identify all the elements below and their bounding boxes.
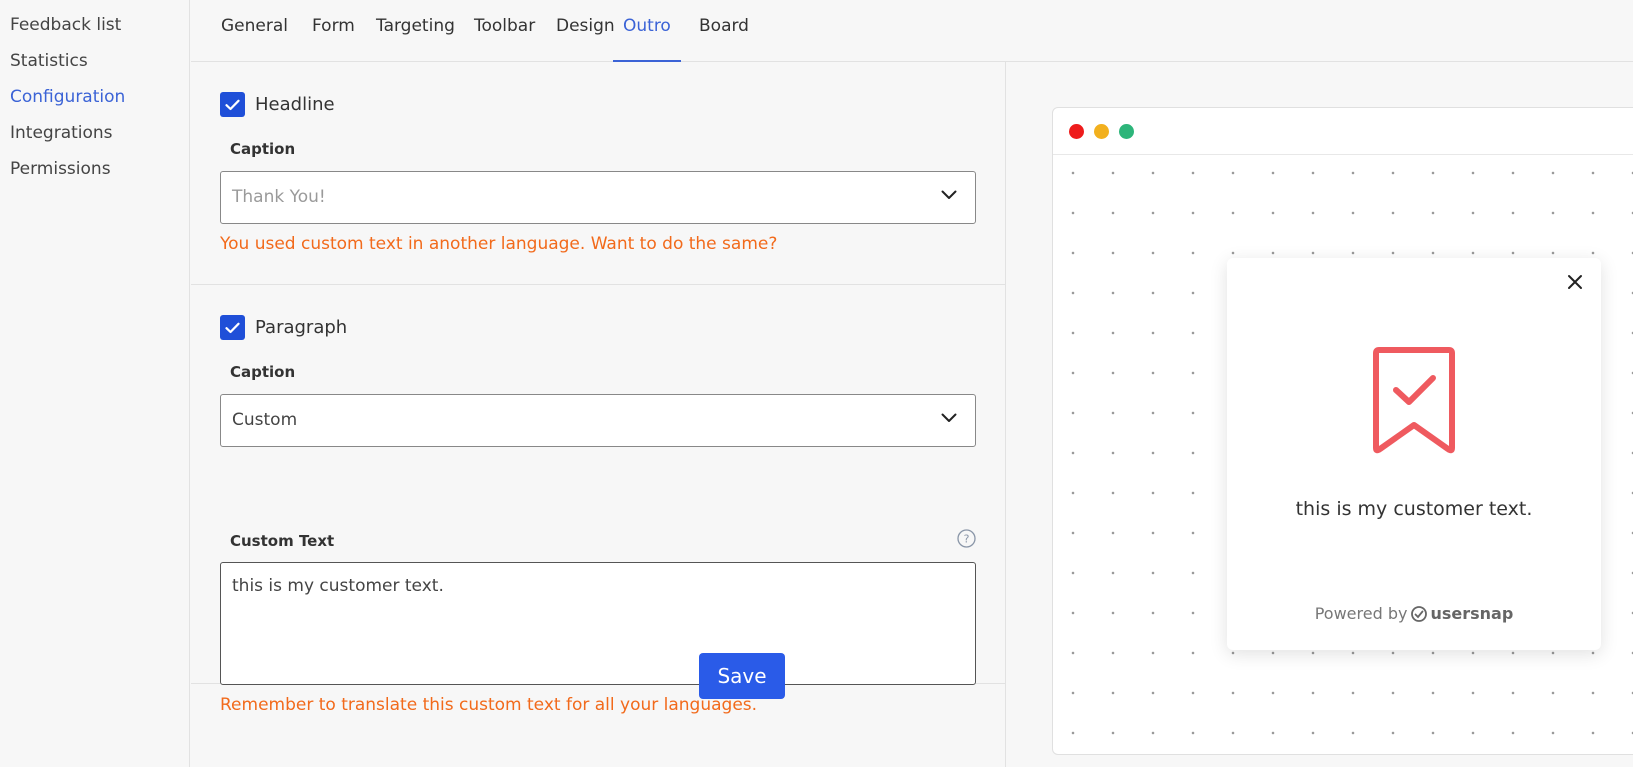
- headline-checkbox-row: Headline: [220, 92, 335, 117]
- paragraph-caption-select[interactable]: Custom: [220, 394, 976, 447]
- tab-toolbar[interactable]: Toolbar: [464, 0, 545, 62]
- paragraph-caption-value: Custom: [232, 410, 298, 430]
- preview-window-bar: [1053, 108, 1633, 155]
- custom-text-label: Custom Text: [230, 532, 335, 550]
- paragraph-checkbox-row: Paragraph: [220, 315, 347, 340]
- window-minimize-dot: [1094, 124, 1109, 139]
- checkmark-icon: [225, 322, 240, 333]
- close-icon[interactable]: [1565, 272, 1585, 292]
- tab-form[interactable]: Form: [302, 0, 365, 62]
- usersnap-logo-icon: [1411, 605, 1428, 622]
- sidebar-item-statistics[interactable]: Statistics: [0, 48, 189, 84]
- sidebar-item-configuration[interactable]: Configuration: [0, 84, 189, 120]
- checkmark-icon: [225, 99, 240, 110]
- usersnap-brand-name: usersnap: [1430, 604, 1514, 623]
- tab-targeting[interactable]: Targeting: [366, 0, 465, 62]
- headline-section: Headline Caption Thank You! You used cus…: [191, 62, 1005, 285]
- powered-by-label: Powered by: [1314, 604, 1408, 623]
- headline-caption-select[interactable]: Thank You!: [220, 171, 976, 224]
- chevron-down-icon: [941, 190, 957, 199]
- paragraph-caption-label: Caption: [230, 363, 296, 381]
- bookmark-check-icon: [1373, 347, 1455, 454]
- headline-checkbox-label: Headline: [255, 94, 335, 115]
- sidebar: Feedback list Statistics Configuration I…: [0, 0, 190, 767]
- chevron-down-icon: [941, 413, 957, 422]
- headline-caption-label: Caption: [230, 140, 296, 158]
- window-close-dot: [1069, 124, 1084, 139]
- paragraph-checkbox[interactable]: [220, 315, 245, 340]
- headline-caption-value: Thank You!: [232, 187, 326, 207]
- paragraph-checkbox-label: Paragraph: [255, 317, 348, 338]
- window-maximize-dot: [1119, 124, 1134, 139]
- save-button[interactable]: Save: [699, 653, 785, 699]
- usersnap-logo: usersnap: [1411, 604, 1513, 623]
- paragraph-warning: Remember to translate this custom text f…: [220, 695, 758, 715]
- sidebar-item-permissions[interactable]: Permissions: [0, 156, 189, 192]
- sidebar-item-feedback-list[interactable]: Feedback list: [0, 12, 189, 48]
- sidebar-item-integrations[interactable]: Integrations: [0, 120, 189, 156]
- settings-panel: Headline Caption Thank You! You used cus…: [191, 62, 1006, 767]
- tab-outro[interactable]: Outro: [613, 0, 681, 62]
- paragraph-section: Paragraph Caption Custom Custom Text ? t…: [191, 285, 1005, 715]
- help-icon[interactable]: ?: [957, 529, 976, 548]
- widget-paragraph-text: this is my customer text.: [1295, 498, 1533, 520]
- svg-text:?: ?: [964, 533, 970, 546]
- outro-widget: this is my customer text. Powered by use…: [1227, 258, 1601, 650]
- headline-warning[interactable]: You used custom text in another language…: [220, 234, 777, 254]
- tab-board[interactable]: Board: [689, 0, 759, 62]
- headline-checkbox[interactable]: [220, 92, 245, 117]
- powered-by: Powered by usersnap: [1227, 604, 1601, 623]
- tab-general[interactable]: General: [211, 0, 298, 62]
- custom-text-input[interactable]: this is my customer text.: [220, 562, 976, 685]
- tab-bar: General Form Targeting Toolbar Design Ou…: [191, 0, 1633, 62]
